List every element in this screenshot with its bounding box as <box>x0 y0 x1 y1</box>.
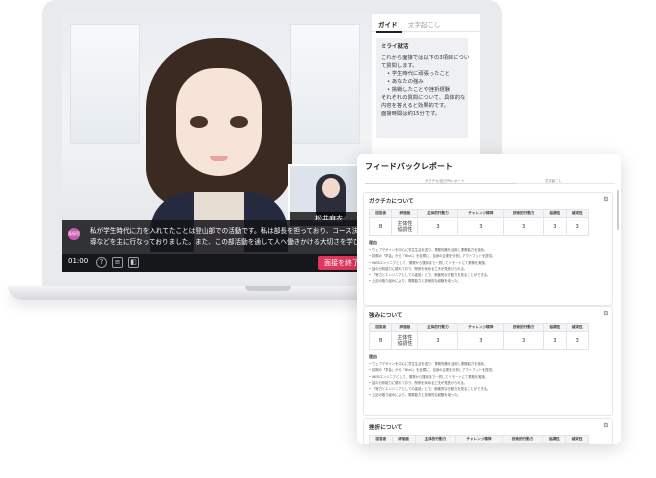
copy-icon[interactable]: ⧉ <box>604 310 608 318</box>
grade-cell: B <box>368 217 393 236</box>
score-cell: 3 <box>565 217 590 236</box>
guide-card: ミライ就活 これから面接では以下の3項目につい て質問します。 • 学生時代に頑… <box>376 38 470 138</box>
guide-bullet: • 挑戦したことや挫折経験 <box>387 87 451 93</box>
column-header: 回答者 <box>368 209 393 218</box>
column-header: 回答者 <box>369 435 393 444</box>
tab-guide[interactable]: ガイド <box>378 19 398 29</box>
section-title: 強みについて ⧉ <box>369 310 608 319</box>
score-cell: 3 <box>503 331 545 350</box>
background-window <box>70 24 140 144</box>
report-section: 挫折について ⧉ 回答者 評価板 主体的行動力 チャレンジ精神 技術的行動力 協… <box>363 418 613 444</box>
reason-item: • 上記の取り組みにより、開発能力と技術的な経験を培った。 <box>369 393 461 398</box>
score-cell: 3 <box>457 217 505 236</box>
reason-label: 理由 <box>369 354 377 359</box>
candidate-face <box>322 178 340 198</box>
report-section: ガクチカについて ⧉ 回答者 評価板 主体的行動力 チャレンジ精神 技術的行動力… <box>363 192 613 306</box>
subtitle-text: 私が学生時代に力を入れてたことは登山部での活動です。私は部長を担っており、コース… <box>90 226 372 248</box>
scrollbar[interactable] <box>617 190 619 230</box>
avatar-eye <box>230 116 248 128</box>
control-bar: 01:00 ? ≡ ◧ 面接を終了 <box>62 254 372 272</box>
score-table: 回答者 評価板 主体的行動力 チャレンジ精神 技術的行動力 協調性 誠実性 <box>369 435 589 444</box>
column-header: 評価板 <box>391 435 416 444</box>
column-header: 主体的行動力 <box>414 435 457 444</box>
reason-list: • ウェブデザインを中心に学生生活を送り、業務知識を活用し業務能力を強化。 • … <box>369 247 607 285</box>
copy-icon[interactable]: ⧉ <box>604 422 608 430</box>
active-tab-indicator <box>376 31 402 33</box>
feedback-report: フィードバックレポート ガクチカ/自己PRレポート 文字起こし ガクチカについて… <box>357 154 621 444</box>
report-tabs: ガクチカ/自己PRレポート 文字起こし <box>365 178 615 184</box>
subtitle-line: 導などを主に行なっておりました。また、この部活動を通して人へ働きかける大切さを学… <box>90 238 372 246</box>
layout-icon[interactable]: ◧ <box>128 257 139 268</box>
column-header: 技術的行動力 <box>501 435 544 444</box>
column-header: 主体的行動力 <box>417 209 459 218</box>
avatar-eye <box>190 116 208 128</box>
chat-icon[interactable]: ≡ <box>112 257 123 268</box>
column-header: チャレンジ精神 <box>457 209 505 218</box>
speaker-icon: 面接官 <box>68 228 80 240</box>
column-header: 技術的行動力 <box>503 209 545 218</box>
guide-bullet: • あなたの強み <box>387 79 424 85</box>
subtitle-line: 私が学生時代に力を入れてたことは登山部での活動です。私は部長を担っており、コース… <box>90 227 372 235</box>
report-title: フィードバックレポート <box>365 162 453 171</box>
section-title: ガクチカについて ⧉ <box>369 196 608 205</box>
score-cell: 3 <box>503 217 545 236</box>
sub-label-cell: 主体性 協調性 <box>391 331 419 350</box>
report-section: 強みについて ⧉ 回答者 評価板 主体的行動力 チャレンジ精神 技術的行動力 協… <box>363 306 613 416</box>
guide-intro-line: て質問します。 <box>381 63 418 69</box>
column-header: 誠実性 <box>565 435 589 444</box>
guide-outro-line: それぞれの質問について、具体的な <box>381 95 466 101</box>
column-header: 評価板 <box>391 323 419 332</box>
score-cell: 3 <box>457 331 505 350</box>
interviewer-avatar <box>134 32 304 252</box>
laptop-notch <box>245 286 291 291</box>
guide-outro-line: 内容を答えると効果的です。 <box>381 103 450 109</box>
elapsed-time: 01:00 <box>68 257 89 265</box>
reason-item: • 上記の取り組みにより、開発能力と技術的な経験を培った。 <box>369 279 461 284</box>
sub-label-cell: 主体性 協調性 <box>391 217 419 236</box>
column-header: 回答者 <box>368 323 393 332</box>
interview-video: 松井麻衣 面接官 私が学生時代に力を入れてたことは登山部での活動です。私は部長を… <box>62 14 372 272</box>
promo-stage: 松井麻衣 面接官 私が学生時代に力を入れてたことは登山部での活動です。私は部長を… <box>0 0 656 478</box>
reason-list: • ウェブデザインを中心に学生生活を送り、業務知識を活用し業務能力を強化。 • … <box>369 361 607 399</box>
score-cell: 3 <box>417 331 459 350</box>
copy-icon[interactable]: ⧉ <box>604 196 608 204</box>
column-header: 誠実性 <box>565 323 590 332</box>
avatar-mouth <box>210 156 228 161</box>
section-title: 挫折について ⧉ <box>369 422 608 431</box>
tab-transcript[interactable]: 文字起こし <box>408 19 441 29</box>
reason-label: 理由 <box>369 240 377 245</box>
score-cell: 3 <box>543 331 567 350</box>
score-cell: 3 <box>543 217 567 236</box>
column-header: 協調性 <box>542 435 567 444</box>
subtitle-bar: 面接官 私が学生時代に力を入れてたことは登山部での活動です。私は部長を担っており… <box>62 220 372 254</box>
score-cell: 3 <box>417 217 459 236</box>
guide-intro-line: これから面接では以下の3項目につい <box>381 55 470 61</box>
guide-card-title: ミライ就活 <box>381 44 409 50</box>
tab-transcript[interactable]: 文字起こし <box>545 178 562 183</box>
column-header: 協調性 <box>543 209 567 218</box>
column-header: 協調性 <box>543 323 567 332</box>
help-icon[interactable]: ? <box>96 257 107 268</box>
grade-cell: B <box>368 331 393 350</box>
guide-outro-line: 面接時間は約15分です。 <box>381 111 441 117</box>
column-header: 技術的行動力 <box>503 323 545 332</box>
column-header: 評価板 <box>391 209 419 218</box>
column-header: 誠実性 <box>565 209 590 218</box>
column-header: チャレンジ精神 <box>455 435 503 444</box>
score-table: 回答者 評価板 主体的行動力 チャレンジ精神 技術的行動力 協調性 誠実性 B … <box>368 323 590 350</box>
guide-bullet: • 学生時代に頑張ったこと <box>387 71 451 77</box>
column-header: 主体的行動力 <box>417 323 459 332</box>
column-header: チャレンジ精神 <box>457 323 505 332</box>
guide-tabs: ガイド 文字起こし <box>372 14 480 33</box>
score-table: 回答者 評価板 主体的行動力 チャレンジ精神 技術的行動力 協調性 誠実性 B … <box>368 209 590 236</box>
active-tab-indicator <box>365 183 515 184</box>
score-cell: 3 <box>565 331 590 350</box>
